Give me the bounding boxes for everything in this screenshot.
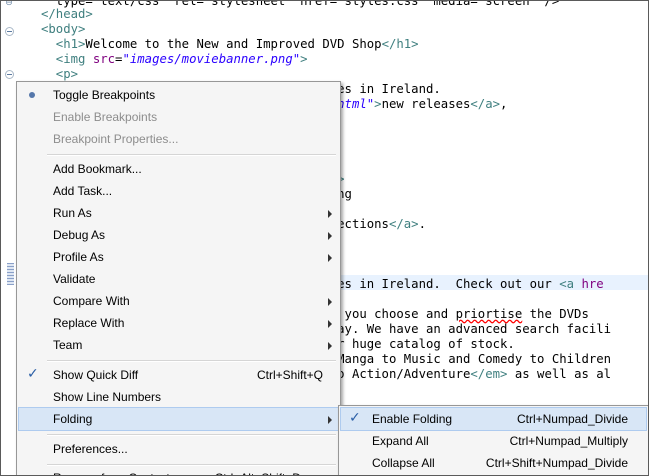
submenu-arrow-icon — [328, 232, 332, 240]
menu-item-label: Compare With — [53, 294, 130, 308]
code-line: <h1>Welcome to the New and Improved DVD … — [41, 37, 419, 52]
code-token: > — [374, 97, 382, 111]
menu-item-run-as[interactable]: Run As — [19, 202, 338, 224]
menu-item-team[interactable]: Team — [19, 334, 338, 356]
fold-toggle-icon[interactable] — [4, 26, 14, 36]
code-token: Welcome to the New and Improved DVD Shop — [85, 37, 382, 51]
menu-item-shortcut: Ctrl+Numpad_Divide — [516, 412, 628, 426]
code-token: "images/moviebanner.png" — [122, 52, 301, 66]
menu-item-remove-from-context[interactable]: Remove from Context Ctrl+Alt+Shift+Down — [19, 467, 338, 475]
menu-item-label: Breakpoint Properties... — [53, 132, 179, 146]
menu-item-shortcut: Ctrl+Shift+Q — [256, 368, 323, 382]
menu-item-label: Add Task... — [53, 184, 113, 198]
menu-item-label: Debug As — [53, 228, 106, 242]
submenu-arrow-icon — [328, 320, 332, 328]
menu-item-label: Show Quick Diff — [53, 368, 139, 382]
code-token: <h1> — [41, 37, 86, 51]
submenu-arrow-icon — [328, 254, 332, 262]
menu-item-breakpoint-properties: Breakpoint Properties... — [19, 128, 338, 150]
code-line: <p> — [41, 67, 78, 82]
menu-item-label: Team — [53, 338, 83, 352]
submenu-arrow-icon — [328, 210, 332, 218]
menu-item-label: Replace With — [53, 316, 125, 330]
menu-item-label: Add Bookmark... — [53, 162, 142, 176]
menu-item-label: Validate — [53, 272, 96, 286]
check-icon: ✓ — [27, 366, 39, 382]
menu-item-shortcut: Ctrl+Shift+Numpad_Divide — [485, 456, 628, 470]
code-token: <body> — [41, 22, 86, 36]
menu-item-label: Enable Breakpoints — [53, 110, 158, 124]
menu-item-label: Enable Folding — [372, 412, 453, 426]
menu-separator — [47, 434, 336, 436]
menu-separator — [47, 154, 336, 156]
menu-separator — [47, 464, 336, 466]
menu-item-label: Show Line Numbers — [53, 390, 162, 404]
menu-item-compare-with[interactable]: Compare With — [19, 290, 338, 312]
code-token: priortise — [455, 307, 523, 321]
code-token: </a> — [388, 217, 419, 231]
code-token: Manga to Music and Comedy to Children — [337, 352, 612, 366]
menu-item-debug-as[interactable]: Debug As — [19, 224, 338, 246]
menu-item-folding[interactable]: Folding — [18, 407, 339, 431]
menu-item-shortcut: Ctrl+Numpad_Multiply — [509, 434, 628, 448]
folding-submenu: ✓ Enable Folding Ctrl+Numpad_Divide Expand … — [338, 405, 648, 475]
breakpoint-dot-icon — [29, 92, 35, 98]
code-token: <p> — [41, 67, 79, 81]
occurrence-marker-icon: ⊖ — [5, 0, 13, 8]
menu-item-preferences[interactable]: Preferences... — [19, 438, 338, 460]
code-line: <img src="images/moviebanner.png"> — [41, 52, 308, 67]
code-token: </em> — [470, 367, 508, 381]
menu-item-label: Folding — [53, 412, 93, 426]
submenu-arrow-icon — [328, 416, 332, 424]
code-token: src — [92, 52, 116, 66]
menu-item-label: Preferences... — [53, 442, 128, 456]
code-line: <body> — [41, 22, 85, 37]
code-token: . — [418, 217, 426, 231]
menu-item-validate[interactable]: Validate — [19, 268, 338, 290]
code-token: hre — [581, 277, 604, 291]
menu-item-label: Remove from Context — [53, 471, 170, 475]
code-token: > — [300, 52, 308, 66]
menu-item-expand-all[interactable]: Expand All Ctrl+Numpad_Multiply — [341, 430, 646, 452]
context-menu: Toggle Breakpoints Enable Breakpoints Brea… — [16, 81, 341, 475]
menu-item-enable-breakpoints: Enable Breakpoints — [19, 106, 338, 128]
submenu-arrow-icon — [328, 342, 332, 350]
code-token: </a> — [470, 97, 501, 111]
fold-toggle-icon[interactable] — [4, 69, 14, 79]
menu-item-enable-folding[interactable]: ✓ Enable Folding Ctrl+Numpad_Divide — [340, 407, 647, 431]
code-token: </h1> — [381, 37, 419, 51]
menu-item-label: Expand All — [372, 434, 429, 448]
code-token: the DVDs — [522, 307, 589, 321]
code-token: <img — [41, 52, 93, 66]
menu-item-show-quick-diff[interactable]: ✓ Show Quick Diff Ctrl+Shift+Q — [19, 364, 338, 386]
code-line: type="text/css" rel="stylesheet" href="s… — [41, 0, 560, 9]
code-token: new releases — [381, 97, 471, 111]
menu-item-replace-with[interactable]: Replace With — [19, 312, 338, 334]
code-token: <a — [559, 277, 582, 291]
check-icon: ✓ — [349, 410, 361, 426]
change-marker — [7, 263, 14, 285]
menu-item-add-task[interactable]: Add Task... — [19, 180, 338, 202]
menu-item-label: Profile As — [53, 250, 104, 264]
menu-item-toggle-breakpoints[interactable]: Toggle Breakpoints — [19, 84, 338, 106]
menu-item-label: Collapse All — [372, 456, 435, 470]
code-line: </head> — [41, 7, 93, 22]
menu-item-label: Run As — [53, 206, 92, 220]
editor-window: ⊖ type="text/css" rel="stylesheet" href=… — [0, 0, 649, 476]
menu-item-label: Toggle Breakpoints — [53, 88, 156, 102]
code-token: </head> — [41, 7, 93, 21]
menu-item-show-line-numbers[interactable]: Show Line Numbers — [19, 386, 338, 408]
submenu-arrow-icon — [328, 298, 332, 306]
menu-item-shortcut: Ctrl+Alt+Shift+Down — [215, 471, 323, 475]
code-token: type="text/css" rel="stylesheet" href="s… — [41, 0, 560, 8]
menu-item-collapse-all[interactable]: Collapse All Ctrl+Shift+Numpad_Divide — [341, 452, 646, 474]
menu-item-profile-as[interactable]: Profile As — [19, 246, 338, 268]
menu-item-add-bookmark[interactable]: Add Bookmark... — [19, 158, 338, 180]
code-token: as well as al — [507, 367, 612, 381]
code-token: , — [500, 97, 508, 111]
menu-separator — [47, 360, 336, 362]
